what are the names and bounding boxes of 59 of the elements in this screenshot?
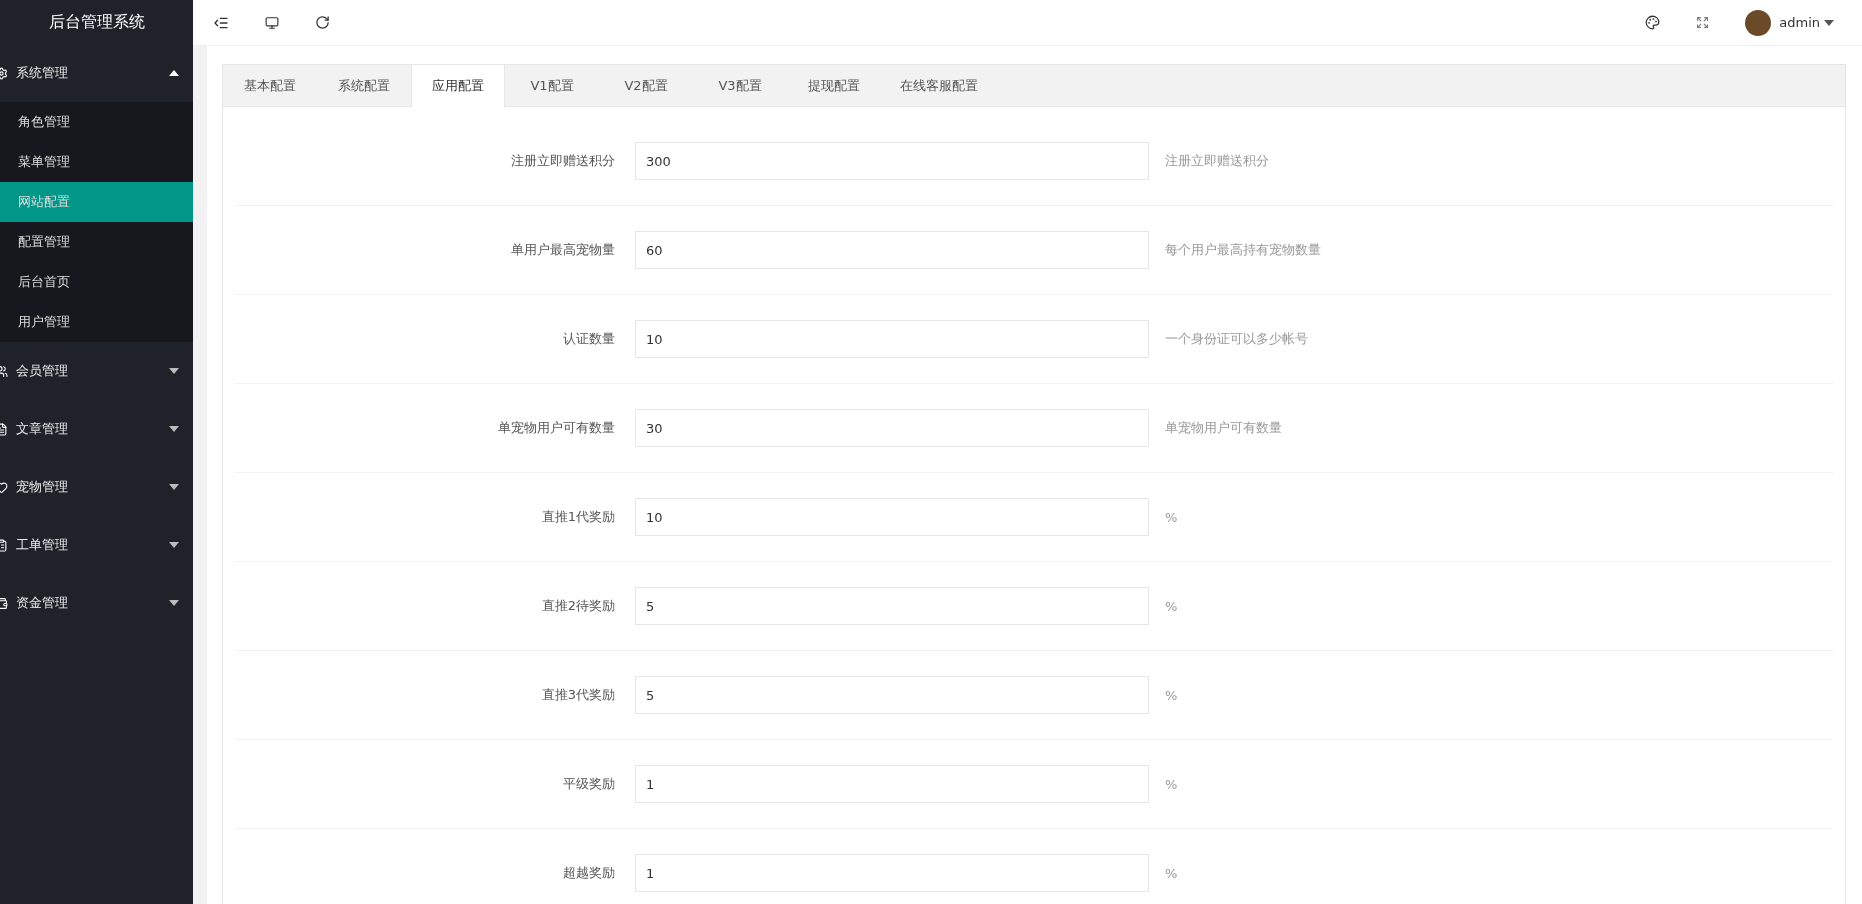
field-label: 平级奖励 xyxy=(562,775,616,793)
input-field[interactable]: 5 xyxy=(635,587,1149,625)
tab[interactable]: V1配置 xyxy=(505,65,599,107)
tab[interactable]: 在线客服配置 xyxy=(881,65,997,107)
field-hint: % xyxy=(1165,865,1178,881)
field-label: 直推1代奖励 xyxy=(540,508,616,526)
menu-item[interactable]: 用户管理 xyxy=(0,302,193,342)
field-label: 单用户最高宠物量 xyxy=(510,241,616,259)
field-hint: % xyxy=(1165,776,1178,792)
menu-item[interactable]: 菜单管理 xyxy=(0,142,193,182)
avatar[interactable] xyxy=(1745,9,1772,36)
input-field[interactable]: 1 xyxy=(635,854,1149,892)
menu-group[interactable]: 系统管理 xyxy=(0,44,193,102)
field-hint: 每个用户最高持有宠物数量 xyxy=(1165,241,1321,259)
field-label: 注册立即赠送积分 xyxy=(510,152,616,170)
input-field[interactable]: 300 xyxy=(635,142,1149,180)
field-label: 直推2待奖励 xyxy=(540,597,616,615)
field-hint: % xyxy=(1165,509,1178,525)
field-hint: 注册立即赠送积分 xyxy=(1165,152,1269,170)
tab[interactable]: V3配置 xyxy=(693,65,787,107)
tab[interactable]: 系统配置 xyxy=(317,65,411,107)
input-field[interactable]: 1 xyxy=(635,765,1149,803)
menu-item[interactable]: 配置管理 xyxy=(0,222,193,262)
tab[interactable]: 应用配置 xyxy=(411,65,505,107)
input-field[interactable]: 60 xyxy=(635,231,1149,269)
user-name[interactable]: admin xyxy=(1779,15,1820,30)
menu-group[interactable]: 文章管理 xyxy=(0,400,193,458)
monitor-icon[interactable] xyxy=(265,15,279,30)
input-field[interactable]: 30 xyxy=(635,409,1149,447)
caret-down-icon xyxy=(169,426,179,432)
menu-group[interactable]: 宠物管理 xyxy=(0,458,193,516)
menu-group[interactable]: 会员管理 xyxy=(0,342,193,400)
palette-icon[interactable] xyxy=(1645,15,1661,30)
caret-up-icon xyxy=(169,70,179,76)
caret-down-icon xyxy=(169,600,179,606)
field-label: 直推3代奖励 xyxy=(540,686,616,704)
field-hint: 单宠物用户可有数量 xyxy=(1165,419,1282,437)
input-field[interactable]: 10 xyxy=(635,498,1149,536)
field-label: 认证数量 xyxy=(562,330,616,348)
field-hint: % xyxy=(1165,687,1178,703)
field-hint: % xyxy=(1165,598,1178,614)
refresh-icon[interactable] xyxy=(315,15,330,30)
caret-down-icon xyxy=(169,484,179,490)
fullscreen-icon[interactable] xyxy=(1696,16,1710,29)
input-field[interactable]: 5 xyxy=(635,676,1149,714)
tab[interactable]: V2配置 xyxy=(599,65,693,107)
field-label: 超越奖励 xyxy=(562,864,616,882)
menu-group[interactable]: 资金管理 xyxy=(0,574,193,632)
field-label: 单宠物用户可有数量 xyxy=(497,419,616,437)
caret-down-icon[interactable] xyxy=(1824,19,1834,26)
caret-down-icon xyxy=(169,542,179,548)
tab[interactable]: 基本配置 xyxy=(223,65,317,107)
menu-item[interactable]: 角色管理 xyxy=(0,102,193,142)
caret-down-icon xyxy=(169,368,179,374)
menu-group[interactable]: 工单管理 xyxy=(0,516,193,574)
app-title: 后台管理系统 xyxy=(47,10,146,33)
input-field[interactable]: 10 xyxy=(635,320,1149,358)
tab[interactable]: 提现配置 xyxy=(787,65,881,107)
menu-item[interactable]: 后台首页 xyxy=(0,262,193,302)
